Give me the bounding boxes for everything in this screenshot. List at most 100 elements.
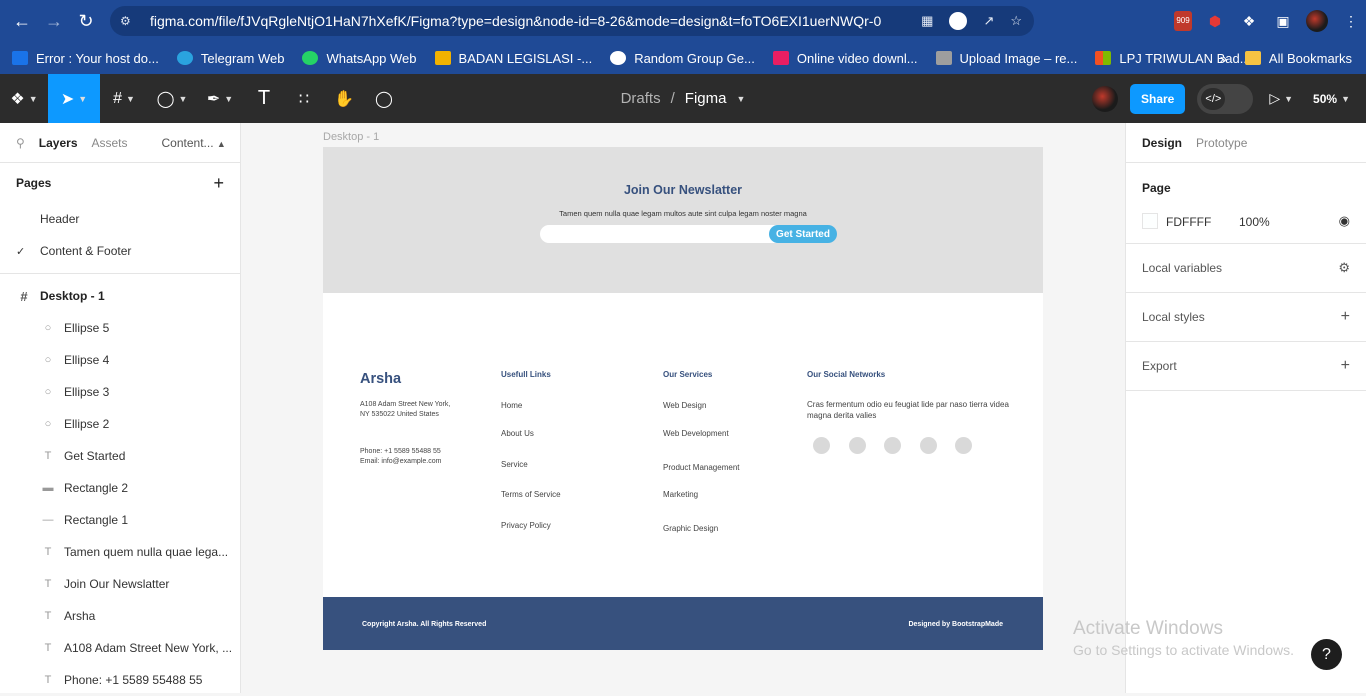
layer-item[interactable]: T Phone: +1 5589 55488 55 [0,664,240,696]
layer-item[interactable]: T Join Our Newslatter [0,568,240,600]
page-color-swatch[interactable] [1142,213,1158,229]
tab-layers[interactable]: Layers [39,136,78,150]
tab-assets[interactable]: Assets [92,136,128,150]
bookmark-item[interactable]: Upload Image – re... [935,51,1077,66]
add-style-icon[interactable]: + [1341,308,1350,326]
footer-address[interactable]: A108 Adam Street New York, NY 535022 Uni… [360,400,456,420]
layer-item[interactable]: ▬ Rectangle 2 [0,472,240,504]
page-opacity-value[interactable]: 100% [1239,215,1270,229]
page-item-header[interactable]: Header [0,203,240,235]
bookmark-star-icon[interactable]: ☆ [1010,13,1022,29]
add-page-icon[interactable]: + [213,173,224,194]
reload-icon[interactable]: ↻ [70,5,102,37]
service-link[interactable]: Web Development [663,429,729,438]
blocked-popup-icon[interactable]: ▦ [921,13,933,29]
service-link[interactable]: Marketing [663,490,698,499]
search-icon[interactable]: ⚲ [16,136,25,150]
social-circle[interactable] [955,437,972,454]
extensions-icon[interactable]: ❖ [1238,10,1260,32]
bookmark-item[interactable]: BADAN LEGISLASI -... [434,51,592,66]
back-icon[interactable]: ← [6,5,38,37]
canvas[interactable]: Desktop - 1 Join Our Newslatter Tamen qu… [241,123,1125,693]
more-bookmarks-button[interactable]: » [1220,51,1227,66]
footer-logo[interactable]: Arsha [360,371,401,387]
useful-link[interactable]: About Us [501,429,534,438]
social-circle[interactable] [920,437,937,454]
bookmark-item[interactable]: Online video downl... [772,51,918,66]
useful-link[interactable]: Service [501,460,528,469]
tab-design[interactable]: Design [1142,136,1182,150]
hand-tool-icon[interactable]: ✋ [324,74,364,123]
frame-tool-icon[interactable]: # ▼ [100,74,148,123]
resources-tool-icon[interactable]: ∷ [284,74,324,123]
present-play-icon[interactable]: ▷ ▼ [1265,74,1297,123]
side-panel-icon[interactable]: ▣ [1272,10,1294,32]
page-switcher[interactable]: Content... ▲ [162,136,226,150]
forward-icon[interactable]: → [38,5,70,37]
site-info-icon[interactable]: ⚙ [120,14,136,28]
layer-item[interactable]: ○ Ellipse 4 [0,344,240,376]
share-page-icon[interactable]: ↗ [983,13,994,29]
help-button[interactable]: ? [1311,639,1342,670]
layer-item[interactable]: T Arsha [0,600,240,632]
figma-menu-icon[interactable]: ❖ ▼ [0,74,48,123]
local-styles-section[interactable]: Local styles + [1126,293,1366,342]
bookmark-item[interactable]: Error : Your host do... [12,51,159,66]
social-circle[interactable] [884,437,901,454]
eye-icon[interactable]: ◉ [1339,213,1350,229]
tab-prototype[interactable]: Prototype [1196,136,1247,150]
useful-links-title[interactable]: Usefull Links [501,370,551,379]
layer-frame-desktop-1[interactable]: # Desktop - 1 [0,280,240,312]
layer-item[interactable]: T Tamen quem nulla quae lega... [0,536,240,568]
page-color-value[interactable]: FDFFFF [1166,215,1211,229]
layer-item[interactable]: T Get Started [0,440,240,472]
bookmark-item[interactable]: WhatsApp Web [302,51,417,66]
services-title[interactable]: Our Services [663,370,712,379]
newsletter-section[interactable]: Join Our Newslatter Tamen quem nulla qua… [323,147,1043,293]
google-lens-icon[interactable] [949,12,968,30]
sliders-icon[interactable]: ⚙ [1338,260,1350,276]
copyright-bar[interactable]: Copyright Arsha. All Rights Reserved Des… [323,597,1043,650]
newsletter-title[interactable]: Join Our Newslatter [323,183,1043,197]
address-bar[interactable]: ⚙ figma.com/file/fJVqRgleNtjO1HaN7hXefK/… [110,6,1034,36]
shape-tool-icon[interactable]: ◯ ▼ [148,74,196,123]
file-name[interactable]: Figma [685,90,727,107]
social-circle[interactable] [849,437,866,454]
adblock-icon[interactable]: ⬢ [1204,10,1226,32]
service-link[interactable]: Graphic Design [663,524,718,533]
all-bookmarks-button[interactable]: All Bookmarks [1244,51,1352,66]
layer-item[interactable]: T A108 Adam Street New York, ... [0,632,240,664]
layer-item[interactable]: ○ Ellipse 2 [0,408,240,440]
zoom-menu[interactable]: 50% ▼ [1309,74,1354,123]
service-link[interactable]: Web Design [663,401,706,410]
desktop-frame[interactable]: Join Our Newslatter Tamen quem nulla qua… [323,147,1043,650]
bookmark-item[interactable]: Telegram Web [176,51,284,66]
service-link[interactable]: Product Management [663,463,740,472]
extension-badge-icon[interactable]: 909 [1174,11,1192,31]
share-button[interactable]: Share [1129,83,1186,114]
layer-item[interactable]: ○ Ellipse 3 [0,376,240,408]
social-text[interactable]: Cras fermentum odio eu feugiat lide par … [807,399,1025,421]
page-item-content-footer[interactable]: ✓ Content & Footer [0,235,240,267]
breadcrumb-drafts[interactable]: Drafts [621,90,661,107]
layer-item[interactable]: — Rectangle 1 [0,504,240,536]
get-started-button[interactable]: Get Started [769,225,837,243]
frame-label[interactable]: Desktop - 1 [323,131,379,143]
useful-link[interactable]: Home [501,401,522,410]
dev-mode-toggle[interactable]: </> [1197,83,1254,114]
layer-item[interactable]: ○ Ellipse 5 [0,312,240,344]
social-title[interactable]: Our Social Networks [807,370,885,379]
user-avatar[interactable] [1091,85,1118,112]
menu-dots-icon[interactable]: ⋮ [1340,10,1362,32]
chevron-down-icon[interactable]: ▼ [736,94,745,104]
footer-contact[interactable]: Phone: +1 5589 55488 55 Email: info@exam… [360,447,441,467]
pen-tool-icon[interactable]: ✒ ▼ [196,74,244,123]
move-tool-icon[interactable]: ➤ ▼ [48,74,100,123]
export-section[interactable]: Export + [1126,342,1366,391]
bookmark-item[interactable]: Random Group Ge... [610,51,755,66]
local-variables-section[interactable]: Local variables ⚙ [1126,244,1366,293]
comment-tool-icon[interactable]: ◯ [364,74,404,123]
social-circle[interactable] [813,437,830,454]
add-export-icon[interactable]: + [1341,357,1350,375]
newsletter-text[interactable]: Tamen quem nulla quae legam multos aute … [323,209,1043,218]
